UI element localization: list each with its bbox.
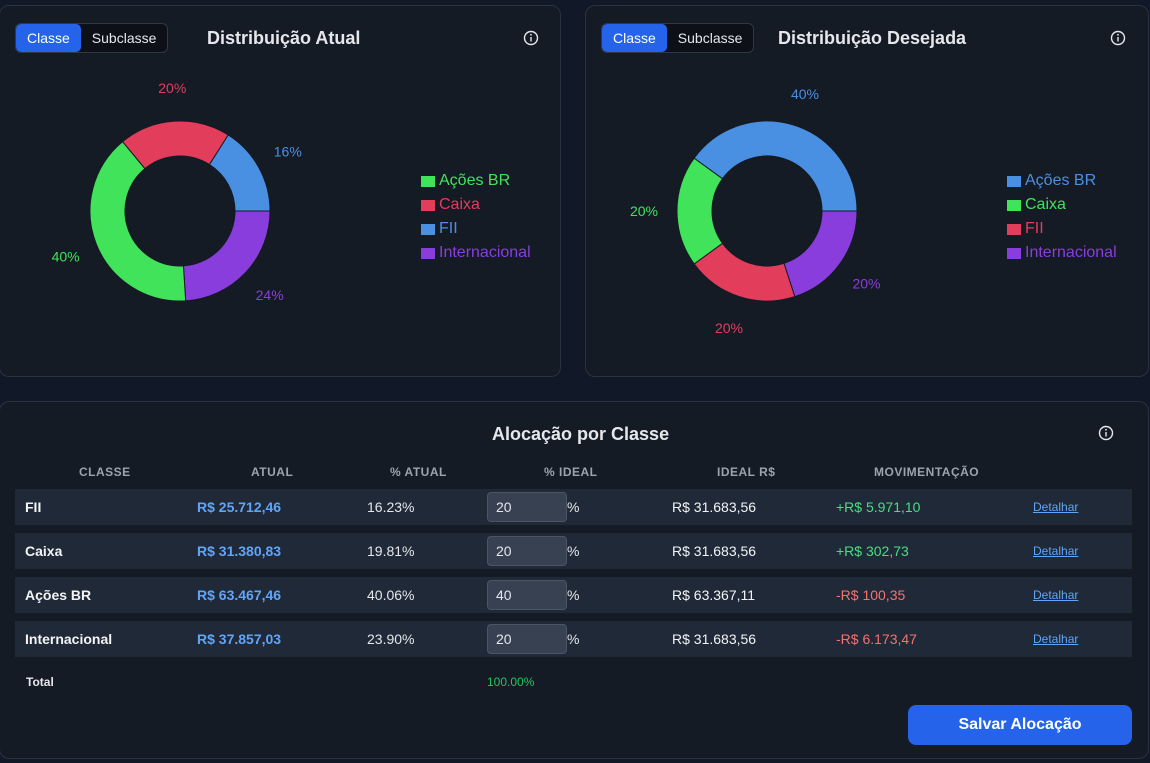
- legend-swatch: [421, 247, 435, 259]
- pct-ideal-cell: [487, 577, 567, 613]
- legend-item[interactable]: Internacional: [1007, 241, 1117, 265]
- legend-swatch: [421, 175, 435, 187]
- pct-ideal-input[interactable]: [487, 580, 567, 610]
- header-ideal-rs: IDEAL R$: [717, 465, 776, 479]
- legend-swatch: [1007, 247, 1021, 259]
- pct-sign: %: [567, 499, 580, 515]
- cell-pct-atual: 19.81%: [367, 543, 415, 559]
- legend-swatch: [421, 199, 435, 211]
- cell-ideal-rs: R$ 31.683,56: [672, 499, 757, 515]
- donut-percent-label: 20%: [852, 275, 880, 291]
- pct-ideal-input[interactable]: [487, 624, 567, 654]
- header-classe: CLASSE: [79, 465, 131, 479]
- cell-movimentacao: +R$ 5.971,10: [836, 499, 921, 515]
- donut-percent-label: 20%: [715, 320, 743, 336]
- cell-atual: R$ 31.380,83: [197, 543, 282, 559]
- legend-label: Caixa: [439, 196, 480, 213]
- total-value: 100.00%: [487, 675, 535, 689]
- allocation-title: Alocação por Classe: [492, 424, 670, 444]
- pct-ideal-input[interactable]: [487, 536, 567, 566]
- pct-ideal-input[interactable]: [487, 492, 567, 522]
- cell-classe: Caixa: [25, 543, 63, 559]
- cell-pct-atual: 16.23%: [367, 499, 415, 515]
- legend-item[interactable]: FII: [421, 217, 531, 241]
- donut-percent-label: 40%: [791, 86, 819, 102]
- cell-ideal-rs: R$ 31.683,56: [672, 631, 757, 647]
- pct-ideal-cell: [487, 621, 567, 657]
- legend-label: FII: [439, 220, 458, 237]
- cell-atual: R$ 63.467,46: [197, 587, 282, 603]
- cell-classe: Internacional: [25, 631, 113, 647]
- legend-item[interactable]: Internacional: [421, 241, 531, 265]
- donut-slice-ações-br[interactable]: [89, 140, 187, 302]
- legend-item[interactable]: Ações BR: [421, 169, 531, 193]
- cell-pct-atual: 23.90%: [367, 631, 415, 647]
- pct-sign: %: [567, 543, 580, 559]
- table-row: Internacional R$ 37.857,03 23.90% % R$ 3…: [15, 621, 1132, 657]
- legend-swatch: [1007, 199, 1021, 211]
- donut-percent-label: 20%: [630, 203, 658, 219]
- donut-slice-ações-br[interactable]: [693, 120, 858, 212]
- chart-card-atual: Classe Subclasse Distribuição Atual 24% 4…: [0, 5, 561, 377]
- donut-percent-label: 16%: [274, 144, 302, 160]
- legend-label: Caixa: [1025, 196, 1066, 213]
- header-atual: ATUAL: [251, 465, 294, 479]
- legend-label: Internacional: [1025, 244, 1117, 261]
- legend-swatch: [1007, 175, 1021, 187]
- table-row: Caixa R$ 31.380,83 19.81% % R$ 31.683,56…: [15, 533, 1132, 569]
- detalhar-link[interactable]: Detalhar: [1033, 489, 1078, 525]
- legend-item[interactable]: Caixa: [1007, 193, 1117, 217]
- detalhar-link[interactable]: Detalhar: [1033, 621, 1078, 657]
- legend-item[interactable]: FII: [1007, 217, 1117, 241]
- detalhar-link[interactable]: Detalhar: [1033, 577, 1078, 613]
- cell-pct-atual: 40.06%: [367, 587, 415, 603]
- total-label: Total: [26, 675, 54, 689]
- pct-ideal-cell: [487, 489, 567, 525]
- header-pct-ideal: % IDEAL: [544, 465, 598, 479]
- chart-legend: Ações BR Caixa FII Internacional: [421, 169, 531, 265]
- pct-sign: %: [567, 631, 580, 647]
- detalhar-link[interactable]: Detalhar: [1033, 533, 1078, 569]
- legend-label: Ações BR: [439, 172, 511, 189]
- legend-label: Ações BR: [1025, 172, 1097, 189]
- chart-legend: Ações BR Caixa FII Internacional: [1007, 169, 1117, 265]
- legend-item[interactable]: Caixa: [421, 193, 531, 217]
- chart-card-desejada: Classe Subclasse Distribuição Desejada 2…: [585, 5, 1149, 377]
- cell-classe: FII: [25, 499, 42, 515]
- cell-ideal-rs: R$ 31.683,56: [672, 543, 757, 559]
- cell-movimentacao: -R$ 6.173,47: [836, 631, 917, 647]
- legend-swatch: [421, 223, 435, 235]
- donut-percent-label: 20%: [158, 80, 186, 96]
- cell-atual: R$ 37.857,03: [197, 631, 282, 647]
- cell-ideal-rs: R$ 63.367,11: [672, 587, 756, 603]
- table-row: FII R$ 25.712,46 16.23% % R$ 31.683,56 +…: [15, 489, 1132, 525]
- pct-sign: %: [567, 587, 580, 603]
- legend-item[interactable]: Ações BR: [1007, 169, 1117, 193]
- allocation-card: Alocação por Classe CLASSE ATUAL % ATUAL…: [0, 401, 1149, 759]
- donut-percent-label: 24%: [256, 287, 284, 303]
- cell-movimentacao: -R$ 100,35: [836, 587, 906, 603]
- legend-swatch: [1007, 223, 1021, 235]
- legend-label: FII: [1025, 220, 1044, 237]
- info-icon[interactable]: [1098, 425, 1114, 441]
- donut-slice-internacional[interactable]: [783, 210, 858, 298]
- pct-ideal-cell: [487, 533, 567, 569]
- donut-percent-label: 40%: [52, 248, 80, 264]
- header-pct-atual: % ATUAL: [390, 465, 447, 479]
- cell-movimentacao: +R$ 302,73: [836, 543, 909, 559]
- table-row: Ações BR R$ 63.467,46 40.06% % R$ 63.367…: [15, 577, 1132, 613]
- cell-atual: R$ 25.712,46: [197, 499, 282, 515]
- save-allocation-button[interactable]: Salvar Alocação: [908, 705, 1132, 745]
- cell-classe: Ações BR: [25, 587, 92, 603]
- header-movimentacao: MOVIMENTAÇÃO: [874, 465, 980, 479]
- legend-label: Internacional: [439, 244, 531, 261]
